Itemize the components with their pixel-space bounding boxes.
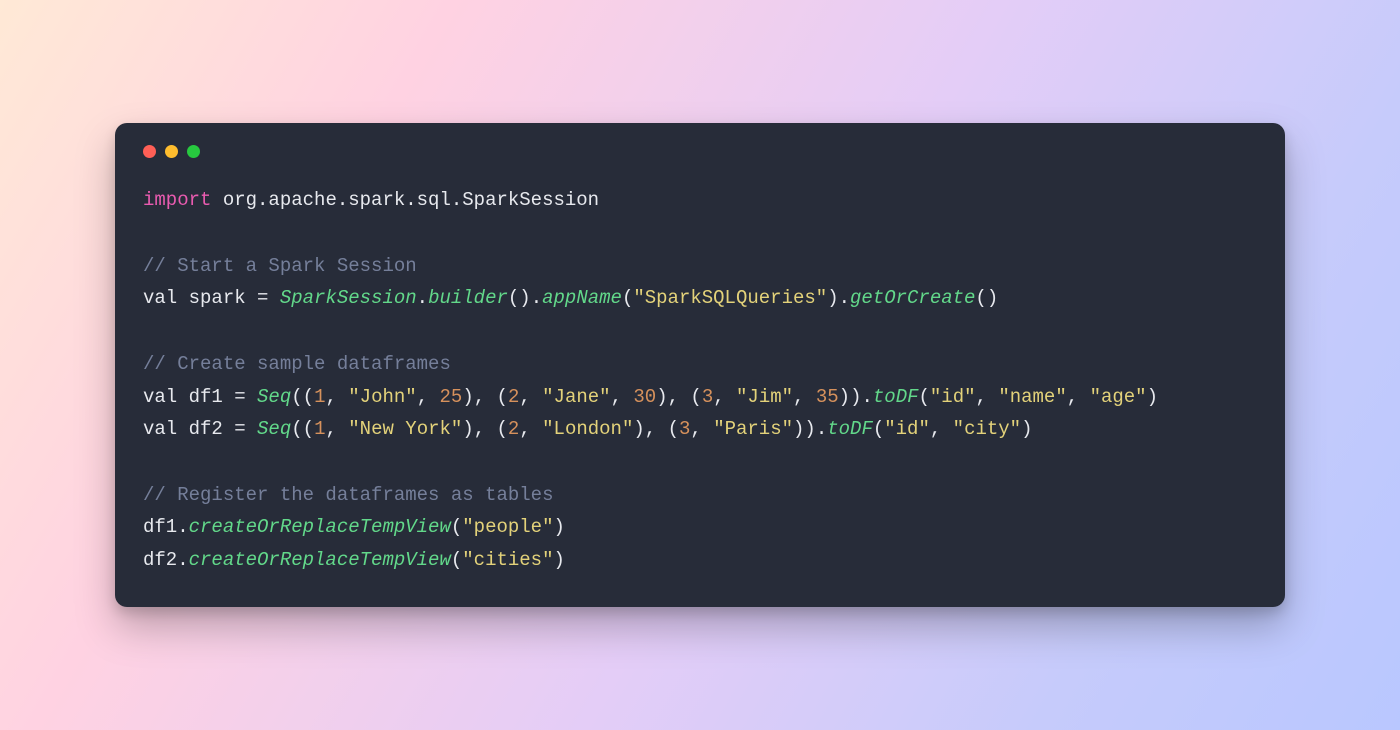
code-token-pl: () (975, 287, 998, 309)
code-token-pl: ( (919, 386, 930, 408)
code-token-pl: ( (873, 418, 884, 440)
code-token-str: "Jane" (542, 386, 610, 408)
code-token-str: "id" (930, 386, 976, 408)
code-token-pl: . (417, 287, 428, 309)
code-token-fn: toDF (827, 418, 873, 440)
code-token-str: "people" (462, 516, 553, 538)
code-token-cmt: // Register the dataframes as tables (143, 484, 553, 506)
code-token-str: "name" (998, 386, 1066, 408)
code-token-fn: createOrReplaceTempView (189, 516, 451, 538)
code-token-num: 2 (508, 386, 519, 408)
code-token-str: "cities" (462, 549, 553, 571)
code-token-pl: ), ( (656, 386, 702, 408)
code-token-num: 1 (314, 418, 325, 440)
code-token-pl: val spark = (143, 287, 280, 309)
code-token-pl: , (325, 418, 348, 440)
minimize-icon[interactable] (165, 145, 178, 158)
code-token-str: "John" (348, 386, 416, 408)
code-token-pl: )). (839, 386, 873, 408)
code-token-num: 3 (679, 418, 690, 440)
code-token-pl: ( (451, 549, 462, 571)
code-token-str: "New York" (348, 418, 462, 440)
code-token-pl: , (417, 386, 440, 408)
code-token-pl: ), ( (633, 418, 679, 440)
maximize-icon[interactable] (187, 145, 200, 158)
code-token-pl: ( (622, 287, 633, 309)
code-token-pl: val df1 = (143, 386, 257, 408)
close-icon[interactable] (143, 145, 156, 158)
code-token-str: "city" (953, 418, 1021, 440)
code-token-pl: , (325, 386, 348, 408)
code-token-fn: createOrReplaceTempView (189, 549, 451, 571)
code-token-pl: (( (291, 418, 314, 440)
code-token-pl: , (1067, 386, 1090, 408)
code-token-pl: , (519, 386, 542, 408)
code-token-pl: ) (1147, 386, 1158, 408)
code-token-num: 1 (314, 386, 325, 408)
code-token-pl: ( (451, 516, 462, 538)
code-token-pl: , (611, 386, 634, 408)
code-token-pl: ). (827, 287, 850, 309)
code-token-pl: ) (553, 516, 564, 538)
code-token-pl: , (519, 418, 542, 440)
window-traffic-lights (143, 145, 1257, 158)
code-token-pl: , (930, 418, 953, 440)
code-token-cmt: // Create sample dataframes (143, 353, 451, 375)
code-token-fn: builder (428, 287, 508, 309)
code-token-num: 35 (816, 386, 839, 408)
code-token-str: "age" (1090, 386, 1147, 408)
code-token-fn: appName (542, 287, 622, 309)
code-token-pl: ) (1021, 418, 1032, 440)
code-block: import org.apache.spark.sql.SparkSession… (143, 184, 1257, 576)
code-token-pl: , (713, 386, 736, 408)
code-token-pl: , (976, 386, 999, 408)
code-token-str: "id" (884, 418, 930, 440)
code-token-pl: , (793, 386, 816, 408)
code-token-fn: getOrCreate (850, 287, 975, 309)
code-token-num: 25 (440, 386, 463, 408)
code-token-pl: org.apache.spark.sql.SparkSession (211, 189, 599, 211)
code-token-pl: df1. (143, 516, 189, 538)
code-token-fn: Seq (257, 386, 291, 408)
code-token-fn: Seq (257, 418, 291, 440)
code-token-pl: ), ( (462, 418, 508, 440)
code-token-fn: SparkSession (280, 287, 417, 309)
code-token-pl: (). (508, 287, 542, 309)
code-token-cmt: // Start a Spark Session (143, 255, 417, 277)
code-window: import org.apache.spark.sql.SparkSession… (115, 123, 1285, 606)
code-token-pl: , (690, 418, 713, 440)
code-token-pl: val df2 = (143, 418, 257, 440)
code-token-pl: ) (553, 549, 564, 571)
code-token-pl: (( (291, 386, 314, 408)
code-token-str: "SparkSQLQueries" (633, 287, 827, 309)
code-token-num: 30 (633, 386, 656, 408)
code-token-num: 3 (702, 386, 713, 408)
code-token-pl: )). (793, 418, 827, 440)
code-token-str: "London" (542, 418, 633, 440)
code-token-num: 2 (508, 418, 519, 440)
code-token-pl: ), ( (462, 386, 508, 408)
code-token-str: "Paris" (713, 418, 793, 440)
code-token-pl: df2. (143, 549, 189, 571)
code-token-fn: toDF (873, 386, 919, 408)
code-token-kw: import (143, 189, 211, 211)
code-token-str: "Jim" (736, 386, 793, 408)
